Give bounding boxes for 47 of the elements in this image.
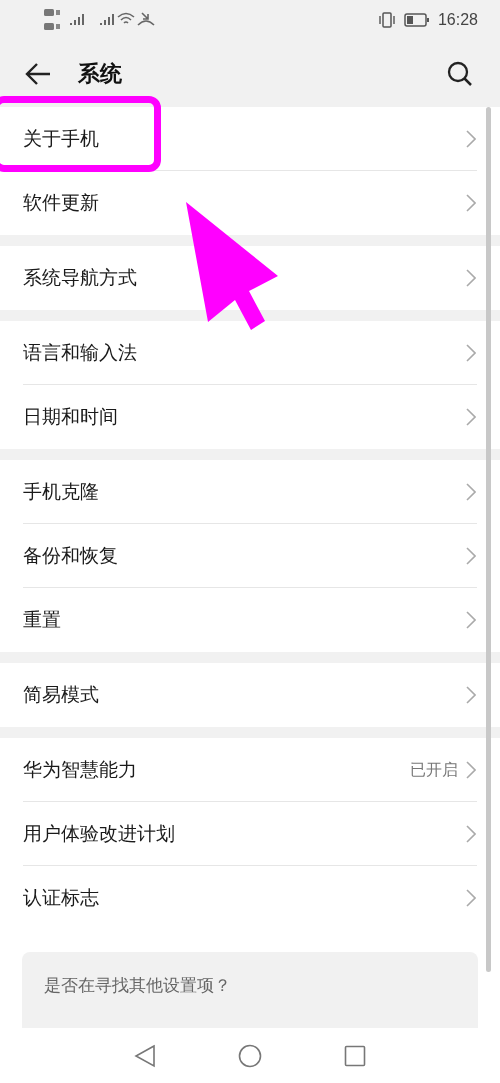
row-label: 手机克隆	[23, 479, 99, 504]
chevron-icon	[466, 130, 476, 148]
chevron-icon	[466, 761, 476, 779]
row-label: 语言和输入法	[23, 340, 137, 365]
row-label: 系统导航方式	[23, 265, 137, 290]
chevron-icon	[466, 269, 476, 287]
settings-row[interactable]: 认证标志	[0, 866, 500, 930]
recents-icon[interactable]	[344, 1044, 366, 1067]
back-icon[interactable]	[134, 1043, 156, 1068]
chevron-icon	[466, 344, 476, 362]
chevron-icon	[466, 408, 476, 426]
chevron-icon	[466, 889, 476, 907]
page-title: 系统	[78, 59, 122, 88]
chevron-icon	[466, 611, 476, 629]
clock-time: 16:28	[437, 11, 478, 29]
settings-row[interactable]: 手机克隆	[0, 460, 500, 524]
settings-row[interactable]: 系统导航方式	[0, 246, 500, 310]
chevron-icon	[466, 686, 476, 704]
search-button[interactable]	[446, 59, 474, 88]
battery-icon	[403, 13, 430, 27]
row-label: 认证标志	[23, 885, 99, 910]
chevron-icon	[466, 483, 476, 501]
settings-row[interactable]: 关于手机	[0, 107, 500, 171]
settings-row[interactable]: 软件更新	[0, 171, 500, 235]
settings-row[interactable]: 重置	[0, 588, 500, 652]
row-label: 关于手机	[23, 126, 99, 151]
settings-row[interactable]: 备份和恢复	[0, 524, 500, 588]
chevron-icon	[466, 194, 476, 212]
row-label: 软件更新	[23, 190, 99, 215]
chevron-icon	[466, 825, 476, 843]
row-label: 重置	[23, 607, 61, 632]
settings-row[interactable]: 华为智慧能力 已开启	[0, 738, 500, 802]
chevron-icon	[466, 547, 476, 565]
row-label: 日期和时间	[23, 404, 118, 429]
row-label: 备份和恢复	[23, 543, 118, 568]
row-label: 简易模式	[23, 682, 99, 707]
settings-row[interactable]: 用户体验改进计划	[0, 802, 500, 866]
settings-row[interactable]: 语言和输入法	[0, 321, 500, 385]
vibrate-icon	[377, 12, 396, 28]
settings-row[interactable]: 日期和时间	[0, 385, 500, 449]
back-button[interactable]	[24, 61, 52, 86]
home-icon[interactable]	[238, 1043, 262, 1068]
row-label: 华为智慧能力	[23, 757, 137, 782]
row-label: 用户体验改进计划	[23, 821, 175, 846]
row-status: 已开启	[410, 759, 458, 781]
card-text: 是否在寻找其他设置项？	[44, 975, 231, 995]
settings-row[interactable]: 简易模式	[0, 663, 500, 727]
